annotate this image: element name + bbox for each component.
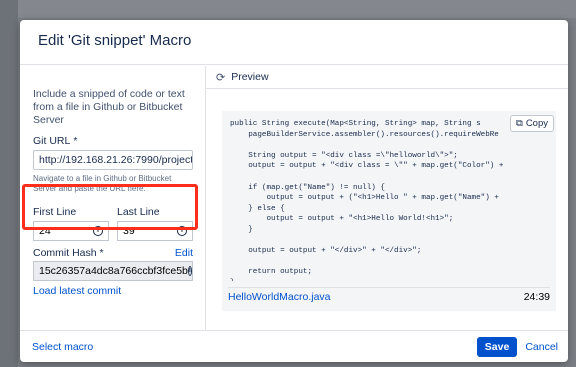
- preview-pane: ⟳ Preview public String execute(Map<Stri…: [206, 66, 568, 330]
- form-intro: Include a snipped of code or text from a…: [33, 88, 185, 126]
- dialog-header: Edit 'Git snippet' Macro: [20, 20, 568, 65]
- code-line: output = output + "<div class = \"" + ma…: [230, 162, 504, 171]
- last-line-label: Last Line: [117, 206, 160, 218]
- info-icon[interactable]: i: [187, 266, 192, 276]
- copy-icon: ⧉: [516, 118, 523, 129]
- code-line: pageBuilderService.assembler().resources…: [230, 130, 499, 139]
- code-line: output = output + "<h1>Hello World!<h1>"…: [230, 215, 454, 224]
- commit-hash-label: Commit Hash *: [33, 247, 104, 259]
- commit-hash-field: 15c26357a4dc8a766ccbf3fce5b i: [33, 261, 193, 281]
- code-line: if (map.get("Name") != null) {: [230, 183, 385, 192]
- copy-label: Copy: [525, 118, 548, 129]
- preview-label: Preview: [231, 71, 269, 83]
- git-url-label: Git URL *: [33, 135, 78, 147]
- code-line: output = output + "</div>" + "</div>";: [230, 247, 422, 256]
- first-line-input[interactable]: 24 i: [33, 221, 109, 241]
- dialog-footer: Select macro Save Cancel: [20, 330, 568, 362]
- code-line: return output;: [230, 268, 313, 277]
- commit-hash-row: Commit Hash * Edit: [33, 247, 193, 259]
- first-line-value: 24: [39, 225, 51, 237]
- dialog-title: Edit 'Git snippet' Macro: [38, 32, 192, 49]
- background-header: [18, 0, 576, 18]
- copy-button[interactable]: ⧉ Copy: [510, 115, 554, 132]
- code-line: }: [230, 225, 253, 234]
- refresh-icon[interactable]: ⟳: [216, 71, 225, 84]
- macro-dialog: Edit 'Git snippet' Macro Include a snipp…: [20, 20, 568, 362]
- select-macro-link[interactable]: Select macro: [32, 341, 93, 353]
- code-line: output = output + ("<h1>Hello " + map.ge…: [230, 194, 499, 203]
- code-block: public String execute(Map<String, String…: [222, 111, 556, 281]
- background-page: [0, 0, 18, 367]
- file-name-link[interactable]: HelloWorldMacro.java: [228, 291, 331, 303]
- macro-form: Include a snipped of code or text from a…: [20, 66, 206, 330]
- last-line-input[interactable]: 39 i: [117, 221, 193, 241]
- code-snippet-panel: public String execute(Map<String, String…: [222, 111, 556, 311]
- footer-buttons: Save Cancel: [476, 336, 558, 357]
- line-range: 24:39: [523, 290, 550, 303]
- info-icon[interactable]: i: [93, 226, 103, 236]
- git-url-input[interactable]: http://192.168.21.26:7990/projects/D: [33, 150, 193, 170]
- file-info-row: HelloWorldMacro.java 24:39: [228, 287, 550, 305]
- last-line-value: 39: [123, 225, 135, 237]
- code-line: String output = "<div class =\"helloworl…: [230, 151, 458, 160]
- code-line: } else {: [230, 204, 285, 213]
- git-url-hint: Navigate to a file in Github or Bitbucke…: [33, 174, 172, 193]
- info-icon[interactable]: i: [177, 226, 187, 236]
- code-line: public String execute(Map<String, String…: [230, 120, 481, 128]
- cancel-button[interactable]: Cancel: [525, 341, 558, 353]
- edit-commit-link[interactable]: Edit: [175, 247, 193, 259]
- first-line-label: First Line: [33, 206, 77, 218]
- code-line: }: [230, 278, 556, 281]
- preview-bar[interactable]: ⟳ Preview: [206, 66, 568, 89]
- commit-hash-value: 15c26357a4dc8a766ccbf3fce5b: [39, 265, 188, 277]
- line-range-group: First Line 24 i Last Line 39 i: [33, 206, 193, 241]
- save-button[interactable]: Save: [476, 336, 518, 357]
- load-latest-commit-link[interactable]: Load latest commit: [33, 285, 193, 297]
